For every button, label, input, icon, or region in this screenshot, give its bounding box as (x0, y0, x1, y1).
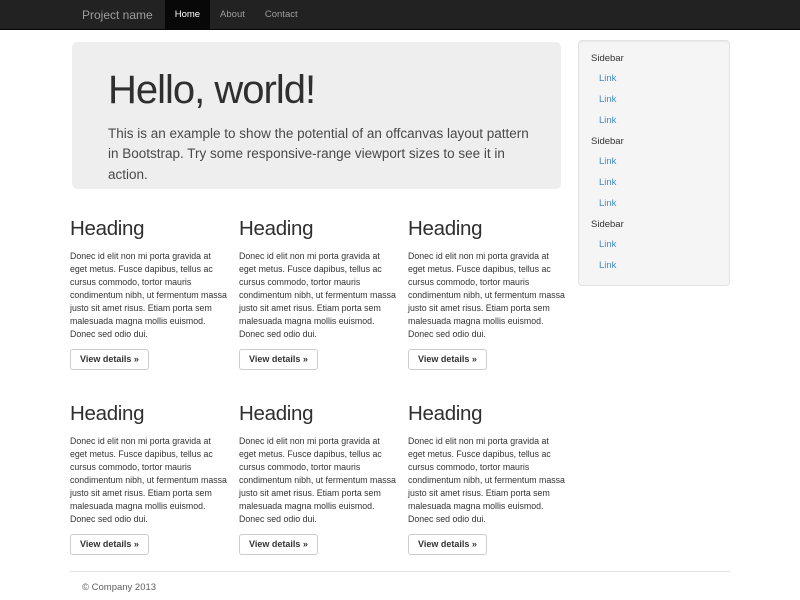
sidebar-group: Sidebar Link Link Link (579, 132, 729, 215)
sidebar-link[interactable]: Link (579, 256, 729, 277)
jumbotron: Hello, world! This is an example to show… (72, 42, 561, 189)
view-details-button[interactable]: View details » (70, 349, 149, 370)
footer-divider (70, 571, 730, 572)
card-body: Donec id elit non mi porta gravida at eg… (70, 250, 227, 341)
view-details-button[interactable]: View details » (408, 349, 487, 370)
card-body: Donec id elit non mi porta gravida at eg… (70, 435, 227, 526)
sidebar-header: Sidebar (579, 132, 729, 152)
navbar-inner: Project name Home About Contact (70, 0, 730, 29)
page-title: Hello, world! (108, 69, 525, 112)
brand-link[interactable]: Project name (70, 0, 165, 29)
sidebar-link[interactable]: Link (579, 69, 729, 90)
content-card: Heading Donec id elit non mi porta gravi… (408, 387, 565, 555)
view-details-button[interactable]: View details » (70, 534, 149, 555)
card-heading: Heading (70, 402, 227, 426)
content-row: Hello, world! This is an example to show… (70, 30, 730, 555)
card-heading: Heading (239, 402, 396, 426)
content-card: Heading Donec id elit non mi porta gravi… (70, 202, 227, 370)
card-body: Donec id elit non mi porta gravida at eg… (239, 250, 396, 341)
footer: © Company 2013 (70, 582, 730, 593)
view-details-button[interactable]: View details » (408, 534, 487, 555)
content-card: Heading Donec id elit non mi porta gravi… (239, 387, 396, 555)
main-column: Hello, world! This is an example to show… (70, 30, 565, 555)
content-card: Heading Donec id elit non mi porta gravi… (70, 387, 227, 555)
sidebar-link[interactable]: Link (579, 90, 729, 111)
card-body: Donec id elit non mi porta gravida at eg… (408, 435, 565, 526)
view-details-button[interactable]: View details » (239, 349, 318, 370)
sidebar-link[interactable]: Link (579, 194, 729, 215)
sidebar-group: Sidebar Link Link (579, 215, 729, 277)
cards-grid: Heading Donec id elit non mi porta gravi… (70, 202, 565, 555)
sidebar-header: Sidebar (579, 49, 729, 69)
sidebar-link[interactable]: Link (579, 152, 729, 173)
content-card: Heading Donec id elit non mi porta gravi… (408, 202, 565, 370)
sidebar-link[interactable]: Link (579, 111, 729, 132)
card-heading: Heading (408, 402, 565, 426)
sidebar-group: Sidebar Link Link Link (579, 49, 729, 132)
content-card: Heading Donec id elit non mi porta gravi… (239, 202, 396, 370)
nav-item-home[interactable]: Home (165, 0, 210, 29)
sidebar-link[interactable]: Link (579, 173, 729, 194)
card-body: Donec id elit non mi porta gravida at eg… (239, 435, 396, 526)
card-heading: Heading (239, 217, 396, 241)
copyright-text: © Company 2013 (82, 582, 730, 593)
navbar: Project name Home About Contact (0, 0, 800, 30)
card-heading: Heading (70, 217, 227, 241)
card-heading: Heading (408, 217, 565, 241)
sidebar-link[interactable]: Link (579, 235, 729, 256)
nav-item-about[interactable]: About (210, 0, 255, 29)
view-details-button[interactable]: View details » (239, 534, 318, 555)
sidebar-header: Sidebar (579, 215, 729, 235)
card-body: Donec id elit non mi porta gravida at eg… (408, 250, 565, 341)
jumbotron-text: This is an example to show the potential… (108, 124, 532, 185)
sidebar: Sidebar Link Link Link Sidebar Link Link… (578, 40, 730, 286)
nav-item-contact[interactable]: Contact (255, 0, 308, 29)
page-container: Hello, world! This is an example to show… (70, 30, 730, 593)
